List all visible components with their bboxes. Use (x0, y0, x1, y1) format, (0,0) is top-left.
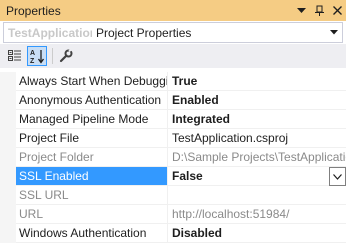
window-title: Properties (6, 3, 61, 18)
chevron-down-icon (330, 30, 338, 35)
property-value[interactable]: True (168, 72, 346, 91)
property-name: Windows Authentication (16, 224, 168, 243)
pin-button[interactable] (310, 0, 328, 21)
property-name: Managed Pipeline Mode (16, 110, 168, 129)
row-gutter (0, 110, 16, 129)
property-value (168, 186, 346, 205)
property-row-pipeline-mode[interactable]: Managed Pipeline Mode Integrated (0, 110, 346, 129)
property-name: SSL URL (16, 186, 168, 205)
property-name: Anonymous Authentication (16, 91, 168, 110)
properties-title-bar: Properties (0, 0, 346, 21)
property-value[interactable]: Disabled (168, 224, 346, 243)
property-row-anonymous-auth[interactable]: Anonymous Authentication Enabled (0, 91, 346, 110)
property-row-url[interactable]: URL http://localhost:51984/ (0, 205, 346, 224)
property-row-windows-auth[interactable]: Windows Authentication Disabled (0, 224, 346, 243)
pin-icon (314, 5, 324, 16)
property-value[interactable]: Integrated (168, 110, 346, 129)
categorized-button[interactable] (5, 46, 25, 66)
property-row-ssl-url[interactable]: SSL URL (0, 186, 346, 205)
row-gutter (0, 148, 16, 167)
property-name: URL (16, 205, 168, 224)
svg-text:Z: Z (30, 58, 35, 64)
window-options-button[interactable] (292, 0, 310, 21)
object-name: TestApplication (8, 25, 92, 40)
property-pages-button[interactable] (56, 46, 76, 66)
chevron-down-icon (333, 173, 342, 180)
toolbar-separator (52, 48, 53, 64)
property-row-project-folder[interactable]: Project Folder D:\Sample Projects\TestAp… (0, 148, 346, 167)
row-gutter (0, 91, 16, 110)
row-gutter (0, 167, 16, 186)
row-gutter (0, 186, 16, 205)
property-value[interactable]: TestApplication.csproj (168, 129, 346, 148)
chevron-down-icon (296, 7, 306, 13)
property-value[interactable]: Enabled (168, 91, 346, 110)
close-button[interactable] (328, 0, 346, 21)
property-row-always-start[interactable]: Always Start When Debugging True (0, 72, 346, 91)
object-selector[interactable]: TestApplication Project Properties (3, 22, 343, 43)
property-value: http://localhost:51984/ (168, 205, 346, 224)
row-gutter (0, 224, 16, 243)
categorized-icon (8, 50, 21, 61)
property-name: SSL Enabled (16, 167, 168, 186)
object-selector-dropdown[interactable] (326, 30, 342, 35)
alphabetical-button[interactable]: A Z (27, 46, 47, 66)
property-row-ssl-enabled[interactable]: SSL Enabled False (0, 167, 346, 186)
property-name: Project Folder (16, 148, 168, 167)
row-gutter (0, 129, 16, 148)
close-icon (332, 6, 342, 15)
property-value[interactable]: False (168, 167, 346, 186)
property-grid: Always Start When Debugging True Anonymo… (0, 72, 346, 243)
row-gutter (0, 205, 16, 224)
wrench-icon (59, 49, 73, 63)
properties-toolbar: A Z (0, 44, 346, 68)
object-type: Project Properties (96, 25, 192, 40)
row-gutter (0, 72, 16, 91)
property-value: D:\Sample Projects\TestApplication (168, 148, 346, 167)
property-name: Project File (16, 129, 168, 148)
property-name: Always Start When Debugging (16, 72, 168, 91)
value-dropdown-button[interactable] (329, 167, 346, 186)
property-row-project-file[interactable]: Project File TestApplication.csproj (0, 129, 346, 148)
alphabetical-icon: A Z (30, 49, 44, 64)
svg-text:A: A (30, 50, 35, 57)
